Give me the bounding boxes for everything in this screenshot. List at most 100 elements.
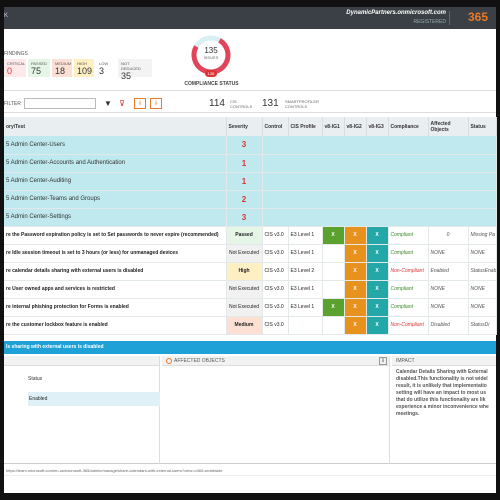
- reference-url[interactable]: https://learn.microsoft.com/en-us/micros…: [4, 466, 496, 476]
- group-title: 5 Admin Center-Auditing: [4, 172, 227, 191]
- donut-center: 135 ISSUES: [189, 46, 233, 60]
- control-cell: CIS v3.0: [262, 262, 289, 281]
- card-value: 109: [77, 66, 93, 76]
- ig3-mark: X: [366, 298, 389, 317]
- profile-cell: [288, 316, 323, 335]
- detail-status-panel: Status Enabled: [4, 356, 160, 464]
- findings-summary: FINDINGS CRITICAL 0 PASSED 75 MEDIUM 18 HIG…: [4, 29, 496, 91]
- column-header[interactable]: Control: [262, 117, 289, 136]
- column-header[interactable]: Severity: [226, 117, 263, 136]
- affected-cell: 0: [428, 226, 469, 245]
- card-value: 0: [7, 66, 13, 76]
- column-header[interactable]: ory\Test: [4, 117, 227, 136]
- test-title: re User owned apps and services is restr…: [4, 280, 227, 299]
- group-row[interactable]: 5 Admin Center-Auditing 1: [4, 172, 497, 191]
- group-title: 5 Admin Center-Teams and Groups: [4, 190, 227, 209]
- not-deduced-card[interactable]: NOT DEDUCED 35: [118, 59, 152, 81]
- detail-pane: Status Enabled AFFECTED OBJECTS ⇩ IMPACT…: [4, 356, 496, 464]
- group-row[interactable]: 5 Admin Center-Users 3: [4, 136, 497, 155]
- export-excel-icon[interactable]: ⇩: [150, 98, 162, 109]
- column-header[interactable]: v8-IG1: [322, 117, 345, 136]
- ig2-mark: X: [344, 316, 367, 335]
- card-value: 75: [31, 66, 42, 76]
- card-value: 35: [121, 71, 132, 81]
- filter-toolbar: FILTER ▼ ⊽ ⇩ ⇩ 114 CIS CONTROLS 131 SMAR…: [4, 95, 496, 113]
- test-title: re the customer lockbox feature is enabl…: [4, 316, 227, 335]
- funnel-icon[interactable]: ▼: [102, 98, 114, 109]
- donut-badge: 135: [205, 70, 217, 77]
- filter-input[interactable]: [24, 98, 96, 109]
- status-key: Status: [28, 376, 43, 382]
- column-header[interactable]: v8-IG2: [344, 117, 367, 136]
- app-logo: K: [4, 13, 9, 19]
- group-row[interactable]: 5 Admin Center-Accounts and Authenticati…: [4, 154, 497, 173]
- ig2-mark: X: [344, 262, 367, 281]
- passed-card[interactable]: PASSED 75: [28, 59, 50, 77]
- compliance-cell: Compliant: [388, 298, 429, 317]
- table-row[interactable]: re the customer lockbox feature is enabl…: [4, 316, 497, 335]
- medium-card[interactable]: MEDIUM 18: [52, 59, 72, 77]
- group-issue-count: 3: [226, 208, 263, 227]
- affected-objects-panel: AFFECTED OBJECTS ⇩: [162, 356, 390, 464]
- ig2-mark: X: [344, 280, 367, 299]
- control-cell: CIS v3.0: [262, 244, 289, 263]
- severity-badge: Passed: [226, 226, 263, 245]
- test-title: re Idle session timeout is set to 3 hour…: [4, 244, 227, 263]
- affected-cell: Enabled: [428, 262, 469, 281]
- group-title: 5 Admin Center-Accounts and Authenticati…: [4, 154, 227, 173]
- app-topbar: K DynamicPartners.onmicrosoft.com REGIST…: [4, 7, 496, 29]
- table-row[interactable]: re internal phishing protection for Form…: [4, 298, 497, 317]
- profile-cell: E3 Level 1: [288, 298, 323, 317]
- test-title: re calendar details sharing with externa…: [4, 262, 227, 281]
- profile-cell: E3 Level 1: [288, 244, 323, 263]
- window-frame-top: [0, 0, 500, 7]
- impact-label: IMPACT: [392, 356, 496, 366]
- ig3-mark: X: [366, 262, 389, 281]
- column-header[interactable]: CIS Profile: [288, 117, 323, 136]
- critical-card[interactable]: CRITICAL 0: [4, 59, 26, 77]
- column-header[interactable]: Status: [468, 117, 497, 136]
- low-card[interactable]: LOW 3: [96, 59, 116, 77]
- card-value: 3: [99, 66, 105, 76]
- compliance-cell: Compliant: [388, 280, 429, 299]
- high-card[interactable]: HIGH 109: [74, 59, 94, 77]
- affected-cell: Disabled: [428, 316, 469, 335]
- group-row[interactable]: 5 Admin Center-Settings 3: [4, 208, 497, 227]
- donut-label: ISSUES: [203, 55, 219, 60]
- tenant-role: REGISTERED: [413, 19, 446, 25]
- ig1-mark: [322, 244, 345, 263]
- panel-head: [4, 356, 159, 366]
- status-cell: NONE: [468, 244, 497, 263]
- test-title: re the Password expiration policy is set…: [4, 226, 227, 245]
- table-row[interactable]: re the Password expiration policy is set…: [4, 226, 497, 245]
- product-logo: 365: [467, 10, 488, 24]
- topbar-divider: [449, 11, 450, 25]
- table-row[interactable]: re Idle session timeout is set to 3 hour…: [4, 244, 497, 263]
- export-icon[interactable]: ⇩: [134, 98, 146, 109]
- card-value: 18: [55, 66, 66, 76]
- column-header[interactable]: Compliance: [388, 117, 429, 136]
- table-row[interactable]: re calendar details sharing with externa…: [4, 262, 497, 281]
- profile-cell: E3 Level 2: [288, 262, 323, 281]
- status-value: Enabled: [28, 392, 160, 406]
- control-cell: CIS v3.0: [262, 280, 289, 299]
- ig3-mark: X: [366, 226, 389, 245]
- smartprofiler-count: 131: [262, 98, 279, 109]
- group-issue-count: 2: [226, 190, 263, 209]
- group-row[interactable]: 5 Admin Center-Teams and Groups 2: [4, 190, 497, 209]
- filter-label: FILTER: [4, 101, 21, 107]
- column-header[interactable]: Affected Objects: [428, 117, 469, 136]
- test-title: re internal phishing protection for Form…: [4, 298, 227, 317]
- card-label: NOT DEDUCED: [121, 61, 141, 71]
- clear-filter-icon[interactable]: ⊽: [116, 98, 128, 109]
- profile-cell: E3 Level 1: [288, 280, 323, 299]
- severity-badge: Not Executed: [226, 298, 263, 317]
- ig3-mark: X: [366, 280, 389, 299]
- export-icon[interactable]: ⇩: [379, 357, 387, 365]
- donut-value: 135: [204, 46, 218, 55]
- table-row[interactable]: re User owned apps and services is restr…: [4, 280, 497, 299]
- profile-cell: E3 Level 1: [288, 226, 323, 245]
- status-key-background: [28, 370, 160, 390]
- window-frame-right: [496, 0, 500, 500]
- column-header[interactable]: v8-IG3: [366, 117, 389, 136]
